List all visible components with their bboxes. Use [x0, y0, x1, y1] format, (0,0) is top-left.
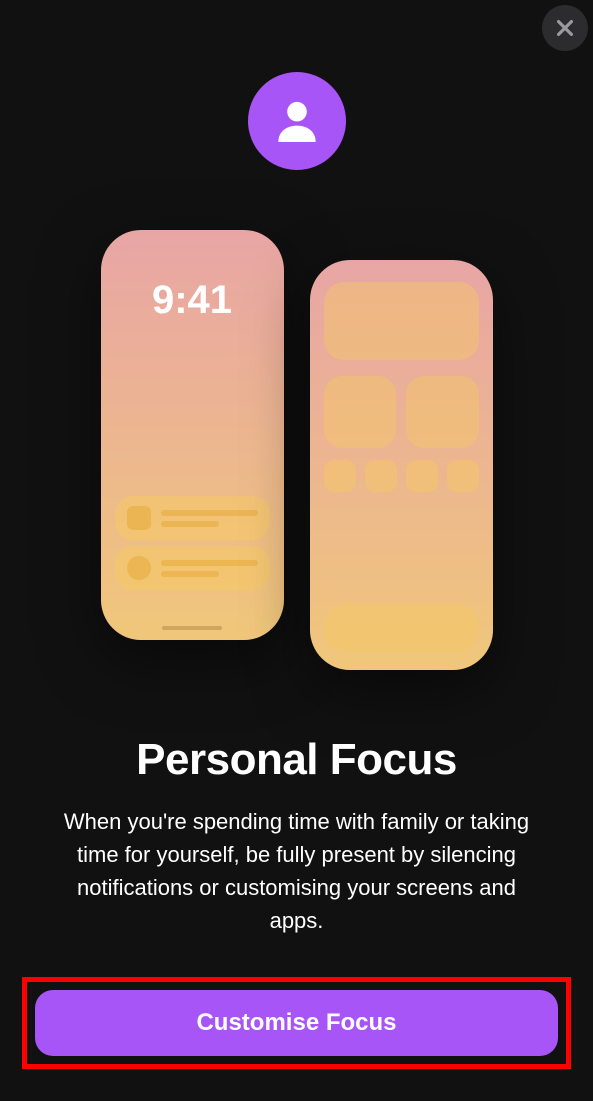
- close-icon: [554, 17, 576, 39]
- notification-app-icon: [127, 506, 151, 530]
- app-icon-preview: [406, 460, 438, 492]
- widget-preview: [324, 282, 479, 360]
- app-icon-preview: [447, 460, 479, 492]
- home-screen-preview: [310, 260, 493, 670]
- page-title: Personal Focus: [0, 735, 593, 785]
- person-icon: [269, 93, 325, 149]
- focus-screens-illustration: 9:41: [97, 230, 497, 690]
- close-button[interactable]: [542, 5, 588, 51]
- notification-contact-icon: [127, 556, 151, 580]
- notification-preview: [115, 496, 270, 540]
- dock-preview: [324, 604, 479, 652]
- lock-screen-time: 9:41: [101, 278, 284, 323]
- home-indicator: [162, 626, 222, 630]
- lock-screen-preview: 9:41: [101, 230, 284, 640]
- page-description: When you're spending time with family or…: [48, 805, 545, 937]
- app-icon-preview: [324, 460, 356, 492]
- focus-mode-icon-badge: [248, 72, 346, 170]
- tutorial-highlight: Customise Focus: [22, 977, 571, 1069]
- customise-focus-button[interactable]: Customise Focus: [35, 990, 558, 1056]
- widget-preview: [324, 376, 397, 448]
- notification-preview: [115, 546, 270, 590]
- app-icon-preview: [365, 460, 397, 492]
- widget-preview: [406, 376, 479, 448]
